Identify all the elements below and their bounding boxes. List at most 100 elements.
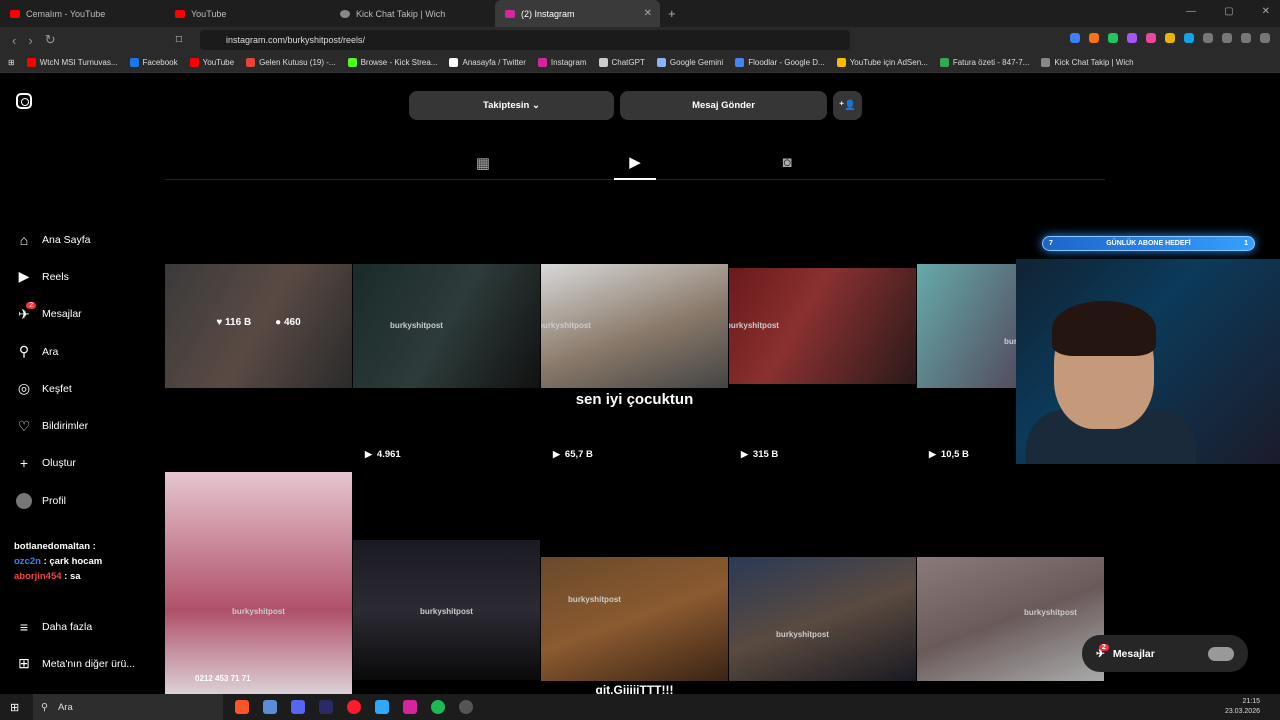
messages-icon: ✈ 2 [16,302,36,322]
extension-icon[interactable] [1165,33,1175,43]
taskbar-apps [235,700,473,714]
browser-tab[interactable]: YouTube [165,0,330,27]
notification-badge: 2 [1098,643,1109,651]
extensions-icon[interactable] [1203,33,1213,43]
extension-icon[interactable] [1108,33,1118,43]
browser-tab-active[interactable]: (2) Instagram ✕ [495,0,660,27]
bookmark-item[interactable]: WtcN MSI Turnuvas... [26,58,118,67]
extension-icon[interactable] [1146,33,1156,43]
add-user-button[interactable]: ⁺👤 [833,91,862,120]
bookmark-item[interactable]: Browse - Kick Strea... [347,58,437,67]
heart-icon: ♡ [17,417,31,434]
bookmark-item[interactable]: Anasayfa / Twitter [449,58,526,67]
extension-icon[interactable] [1070,33,1080,43]
bookmark-item[interactable]: YouTube [189,58,234,67]
reel-item[interactable]: burkyshitpost 0212 453 71 71 [165,472,352,694]
premiere-icon[interactable] [319,700,333,714]
reels-grid: ♥ 116 B ● 460 burkyshitpost ▶ 4.961 burkys… [165,180,1105,694]
bookmark-item[interactable]: ChatGPT [598,58,645,67]
reel-watermark: burkyshitpost [568,595,621,604]
photoshop-icon[interactable] [375,700,389,714]
brave-icon[interactable] [235,700,249,714]
messages-pill[interactable]: ✈ 2 Mesajlar [1082,635,1248,672]
instagram-page: ⌂ Ana Sayfa ▶ Reels ✈ 2 Mesajlar ⚲ Ara ◎ Keşfe… [0,73,1280,694]
reel-item[interactable]: ♥ 116 B ● 460 [165,180,352,470]
sidebar-item-notifications[interactable]: ♡ Bildirimler [16,407,90,444]
reel-item[interactable]: burkyshitpost [729,472,916,694]
reel-item[interactable]: burkyshitpost sen iyi çocuktun ▶ 65,7 B [541,180,728,470]
extension-icon[interactable] [1127,33,1137,43]
bookmark-item[interactable]: Floodlar - Google D... [735,58,825,67]
tab-posts[interactable]: ▦ [462,145,504,180]
browser-tab[interactable]: Cemalım - YouTube [0,0,165,27]
plus-icon: + [19,455,29,472]
notification-badge: 2 [26,302,36,310]
instagram-icon [505,9,515,18]
reload-icon[interactable]: ↻ [45,32,56,48]
sidebar-item-explore[interactable]: ◎ Keşfet [16,370,90,407]
reel-views: ▶ 4.961 [365,449,401,460]
bookmark-item[interactable]: Facebook [129,58,178,67]
app-icon[interactable] [263,700,277,714]
taskbar-clock[interactable]: 21:15 23.03.2026 [1225,697,1260,717]
reel-watermark: burkyshitpost [390,321,443,330]
following-button[interactable]: Takiptesin ⌄ [409,91,614,120]
close-window-icon[interactable]: ✕ [1262,6,1270,17]
bookmark-item[interactable]: Gelen Kutusu (19) -... [246,58,336,67]
youtube-icon [10,9,20,18]
apps-icon[interactable]: ⊞ [8,58,15,67]
sidebar-item-search[interactable]: ⚲ Ara [16,333,90,370]
new-tab-button[interactable]: + [668,6,676,21]
minimize-icon[interactable]: — [1186,6,1196,17]
opera-icon[interactable] [347,700,361,714]
reel-item[interactable]: burkyshitpost ▶ 315 B [729,180,916,470]
menu-icon: ≡ [19,618,29,635]
back-icon[interactable]: ‹ [12,33,16,48]
bookmark-item[interactable]: Google Gemini [656,58,723,67]
app-icon[interactable] [459,700,473,714]
send-message-button[interactable]: Mesaj Gönder [620,91,827,120]
spotify-icon[interactable] [431,700,445,714]
windows-start-icon[interactable]: ⊞ [10,701,19,714]
play-icon: ▶ [929,449,936,459]
globe-icon [340,9,350,18]
bookmark-item[interactable]: YouTube için AdSen... [836,58,928,67]
reel-watermark: burkyshitpost [729,321,779,330]
instagram-logo-icon[interactable] [16,93,32,109]
reel-watermark: burkyshitpost [776,630,829,639]
bookmark-item[interactable]: Fatura özeti - 847-7... [939,58,1029,67]
bookmark-icon[interactable]: ⌑ [176,32,183,48]
chat-message: ozc2n : çark hocam [14,556,103,567]
close-icon[interactable]: ✕ [644,8,652,19]
sidebar-icon[interactable] [1222,33,1232,43]
url-field[interactable]: instagram.com/burkyshitpost/reels/ [200,30,850,50]
reel-item[interactable]: burkyshitpost ▶ 4.961 [353,180,540,470]
sidebar-item-messages[interactable]: ✈ 2 Mesajlar [16,296,90,333]
sidebar-item-home[interactable]: ⌂ Ana Sayfa [16,221,91,258]
tab-tagged[interactable]: ◙ [766,145,808,180]
heart-icon: ♥ 116 B [216,317,252,328]
instagram-icon[interactable] [403,700,417,714]
tab-reels[interactable]: ▶ [614,145,656,180]
reel-item[interactable]: burkyshitpost [353,472,540,694]
discord-icon[interactable] [291,700,305,714]
wallet-icon[interactable] [1241,33,1251,43]
forward-icon[interactable]: › [28,33,32,48]
sidebar-item-meta[interactable]: ⊞ Meta'nın diğer ürü... [16,645,135,682]
sidebar-item-reels[interactable]: ▶ Reels [16,258,90,295]
taskbar-search-input[interactable]: ⚲ Ara [33,694,223,720]
maximize-icon[interactable]: ▢ [1224,6,1233,17]
tagged-icon: ◙ [782,154,792,171]
bookmark-item[interactable]: Instagram [537,58,587,67]
extension-icon[interactable] [1089,33,1099,43]
sidebar-item-create[interactable]: + Oluştur [16,445,90,482]
browser-tab[interactable]: Kick Chat Takip | Wich [330,0,495,27]
extension-icon[interactable] [1184,33,1194,43]
sidebar-item-more[interactable]: ≡ Daha fazla [16,608,135,645]
sidebar-item-profile[interactable]: Profil [16,482,90,519]
bookmark-item[interactable]: Kick Chat Takip | Wich [1041,58,1134,67]
chat-message: botlanedomaltan : [14,541,96,552]
reel-item[interactable]: burkyshitpost git.GiiiiiTTT!!! [541,472,728,694]
reel-item[interactable]: burkyshitpost [917,472,1104,694]
menu-icon[interactable] [1260,33,1270,43]
